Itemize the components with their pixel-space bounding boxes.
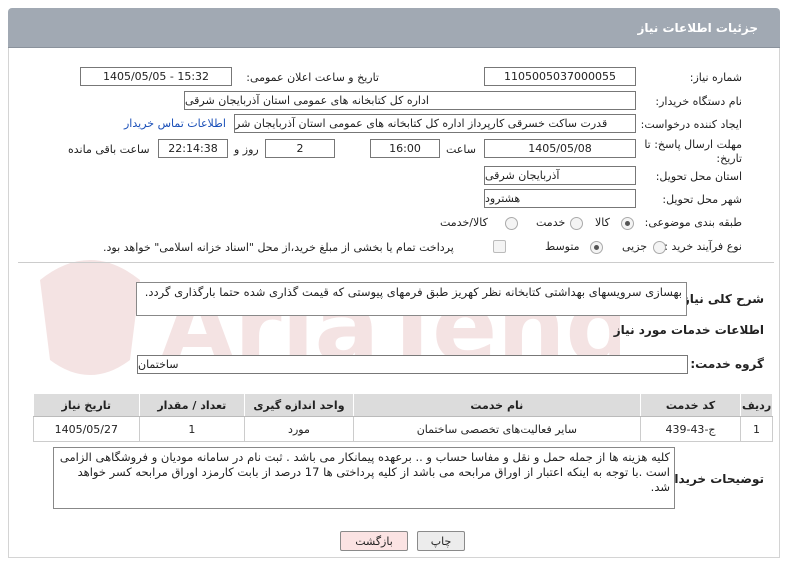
service-group-label: گروه خدمت:: [690, 357, 764, 371]
category-goods-radio[interactable]: [621, 217, 634, 230]
col-unit: واحد اندازه گیری: [244, 393, 354, 417]
cell-service-name: سایر فعالیت‌های تخصصی ساختمان: [352, 416, 641, 442]
treasury-payment-checkbox[interactable]: [493, 240, 506, 253]
need-number-label: شماره نیاز:: [689, 71, 742, 84]
remaining-label: ساعت باقی مانده: [68, 143, 150, 156]
days-label: روز و: [234, 143, 259, 156]
category-service-radio[interactable]: [570, 217, 583, 230]
deadline-date-label: تاریخ:: [716, 152, 742, 165]
category-goods-service-radio[interactable]: [505, 217, 518, 230]
category-service-label: خدمت: [536, 216, 566, 229]
deadline-label: مهلت ارسال پاسخ: تا: [644, 138, 742, 151]
service-group-field: ساختمان: [137, 355, 688, 374]
summary-label: شرح کلی نیاز:: [678, 292, 764, 306]
announce-field: 1405/05/05 - 15:32: [80, 67, 232, 86]
summary-text: بهسازی سرویسهای بهداشتی کتابخانه نظر کهر…: [136, 282, 687, 316]
buyer-notes-label: توضیحات خریدار:: [662, 472, 764, 486]
cell-quantity: 1: [138, 416, 246, 442]
purchase-medium-label: متوسط: [545, 240, 580, 253]
col-need-date: تاریخ نیاز: [33, 393, 140, 417]
creator-field: قدرت ساکت خسرقی کارپرداز اداره کل کتابخا…: [234, 114, 636, 133]
remaining-time-field: 22:14:38: [158, 139, 228, 158]
services-section-title: اطلاعات خدمات مورد نیاز: [613, 323, 764, 337]
section-divider: [18, 262, 774, 263]
buyer-org-label: نام دستگاه خریدار:: [655, 95, 742, 108]
page-title: جزئیات اطلاعات نیاز: [637, 21, 758, 35]
purchase-minor-label: جزیی: [622, 240, 648, 253]
purchase-type-label: نوع فرآیند خرید :: [664, 240, 742, 253]
cell-unit: مورد: [244, 416, 354, 442]
creator-label: ایجاد کننده درخواست:: [640, 118, 742, 131]
purchase-minor-radio[interactable]: [653, 241, 666, 254]
category-goods-service-label: کالا/خدمت: [440, 216, 488, 229]
city-field: هشترود: [484, 189, 636, 208]
cell-need-date: 1405/05/27: [33, 416, 140, 442]
need-number-field: 1105005037000055: [484, 67, 636, 86]
back-button[interactable]: بازگشت: [340, 531, 408, 551]
col-service-name: نام خدمت: [352, 393, 641, 417]
buyer-org-field: اداره کل کتابخانه های عمومی استان آذربای…: [184, 91, 636, 110]
announce-label: تاریخ و ساعت اعلان عمومی:: [246, 71, 379, 84]
treasury-payment-note: پرداخت تمام یا بخشی از مبلغ خرید،از محل …: [103, 241, 454, 254]
province-field: آذربایجان شرقی: [484, 166, 636, 185]
deadline-time-label: ساعت: [446, 143, 476, 156]
category-label: طبقه بندی موضوعی:: [644, 216, 742, 229]
table-row: 1 ج-43-439 سایر فعالیت‌های تخصصی ساختمان…: [33, 416, 773, 442]
deadline-time-field: 16:00: [370, 139, 440, 158]
col-quantity: تعداد / مقدار: [138, 393, 246, 417]
services-table: ردیف کد خدمت نام خدمت واحد اندازه گیری ت…: [33, 393, 773, 442]
buyer-notes-text: کلیه هزینه ها از جمله حمل و نقل و مفاسا …: [53, 447, 675, 509]
cell-row-number: 1: [740, 416, 773, 442]
cell-service-code: ج-43-439: [639, 416, 742, 442]
col-service-code: کد خدمت: [639, 393, 742, 417]
purchase-medium-radio[interactable]: [590, 241, 603, 254]
page-header: جزئیات اطلاعات نیاز: [8, 8, 780, 48]
days-field: 2: [265, 139, 335, 158]
print-button[interactable]: چاپ: [417, 531, 465, 551]
category-goods-label: کالا: [595, 216, 610, 229]
province-label: استان محل تحویل:: [655, 170, 742, 183]
deadline-date-field: 1405/05/08: [484, 139, 636, 158]
col-row-number: ردیف: [740, 393, 773, 417]
services-table-header: ردیف کد خدمت نام خدمت واحد اندازه گیری ت…: [33, 393, 773, 417]
city-label: شهر محل تحویل:: [662, 193, 742, 206]
contact-buyer-link[interactable]: اطلاعات تماس خریدار: [124, 117, 226, 130]
